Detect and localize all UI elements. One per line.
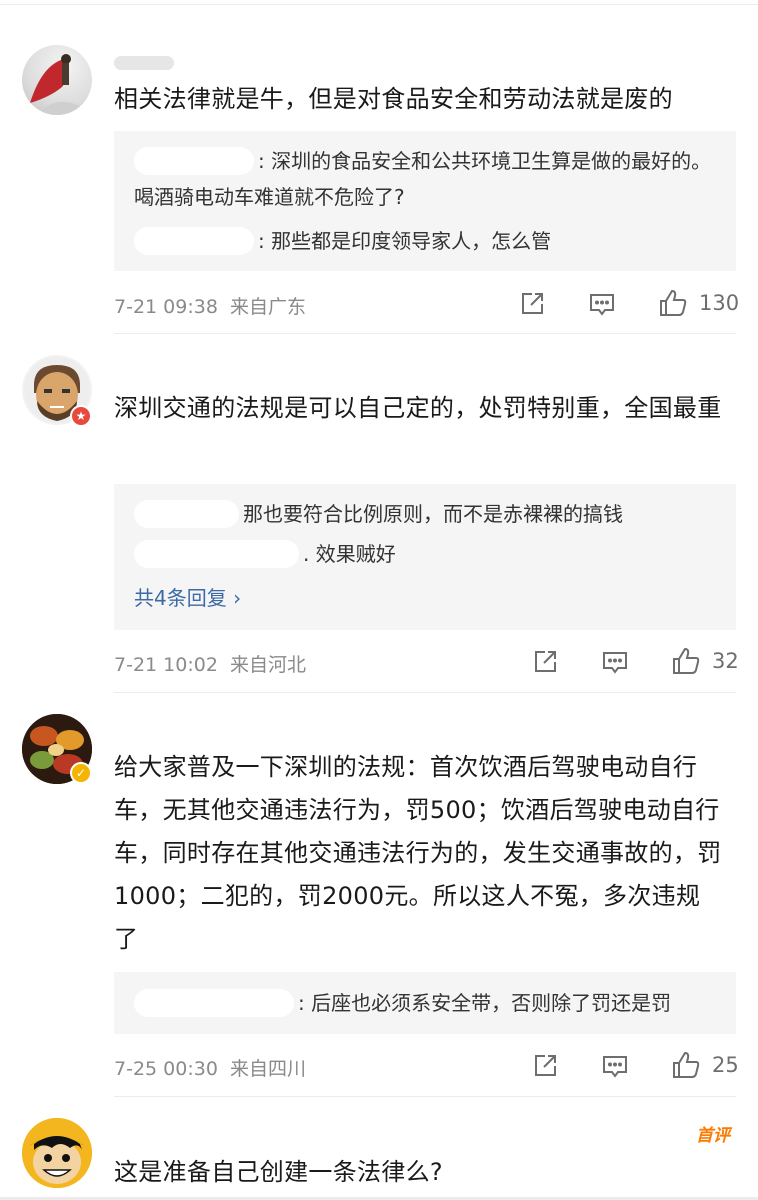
- avatar[interactable]: [22, 1118, 92, 1188]
- share-icon: [535, 1055, 556, 1076]
- share-button[interactable]: [531, 1052, 559, 1080]
- comment-date: 7-21 09:38: [114, 296, 218, 318]
- username-redacted[interactable]: [134, 146, 254, 175]
- like-button[interactable]: 25: [670, 1049, 739, 1081]
- comment-divider: [114, 333, 736, 334]
- reply-button[interactable]: [588, 290, 616, 318]
- verified-badge: ✓: [70, 762, 92, 784]
- reply-item[interactable]: . 效果贼好: [134, 536, 718, 572]
- share-button[interactable]: [531, 648, 559, 676]
- comment-date: 7-25 00:30: [114, 1058, 218, 1080]
- share-button[interactable]: [518, 290, 546, 318]
- comment-icon: [603, 652, 627, 674]
- comment-text: 深圳交通的法规是可以自己定的，处罚特别重，全国最重: [114, 394, 722, 422]
- verified-badge: ★: [70, 405, 92, 427]
- comment-text: 这是准备自己创建一条法律么?: [114, 1158, 443, 1186]
- comment-divider: [114, 692, 736, 693]
- comment-date: 7-21 10:02: [114, 654, 218, 676]
- like-icon: [673, 1051, 700, 1078]
- like-icon: [660, 289, 687, 316]
- avatar[interactable]: [22, 45, 92, 115]
- like-count: 32: [712, 649, 739, 673]
- top-divider: [0, 4, 758, 5]
- comment-meta: 7-21 09:38 来自广东: [114, 292, 306, 319]
- username-redacted[interactable]: [114, 56, 174, 70]
- reply-item[interactable]: : 后座也必须系安全带，否则除了罚还是罚: [134, 985, 718, 1021]
- more-replies-link[interactable]: 共4条回复 ›: [134, 582, 241, 611]
- first-comment-tag: 首评: [696, 1126, 730, 1146]
- like-button[interactable]: 32: [670, 645, 739, 677]
- comment-divider: [114, 1096, 736, 1097]
- like-count: 130: [699, 291, 740, 315]
- username-redacted[interactable]: [134, 226, 254, 255]
- like-icon: [673, 647, 700, 674]
- username-redacted[interactable]: [134, 539, 299, 568]
- username-redacted[interactable]: [134, 988, 294, 1017]
- comment-text: 相关法律就是牛，但是对食品安全和劳动法就是废的: [114, 85, 673, 113]
- comment-meta: 7-21 10:02 来自河北: [114, 650, 306, 677]
- username-redacted[interactable]: [134, 499, 239, 528]
- like-count: 25: [712, 1053, 739, 1077]
- comment-location: 来自四川: [230, 1058, 307, 1080]
- comment-meta: 7-25 00:30 来自四川: [114, 1054, 306, 1081]
- comment-icon: [590, 294, 614, 316]
- like-button[interactable]: 130: [657, 287, 739, 319]
- reply-item[interactable]: : 那些都是印度领导家人，怎么管: [134, 223, 718, 259]
- reply-box[interactable]: : 后座也必须系安全带，否则除了罚还是罚: [114, 972, 736, 1034]
- reply-button[interactable]: [601, 648, 629, 676]
- reply-button[interactable]: [601, 1052, 629, 1080]
- comment-location: 来自广东: [230, 296, 307, 318]
- reply-box[interactable]: 那也要符合比例原则，而不是赤裸裸的搞钱 . 效果贼好 共4条回复 ›: [114, 484, 736, 630]
- share-icon: [535, 651, 556, 672]
- comment-text: 给大家普及一下深圳的法规：首次饮酒后驾驶电动自行车，无其他交通违法行为，罚500…: [114, 753, 722, 953]
- comment-icon: [603, 1056, 627, 1078]
- reply-box[interactable]: : 深圳的食品安全和公共环境卫生算是做的最好的。喝酒骑电动车难道就不危险了? :…: [114, 131, 736, 271]
- share-icon: [522, 293, 543, 314]
- comment-location: 来自河北: [230, 654, 307, 676]
- reply-item[interactable]: 那也要符合比例原则，而不是赤裸裸的搞钱: [134, 496, 718, 532]
- reply-item[interactable]: : 深圳的食品安全和公共环境卫生算是做的最好的。喝酒骑电动车难道就不危险了?: [134, 143, 718, 215]
